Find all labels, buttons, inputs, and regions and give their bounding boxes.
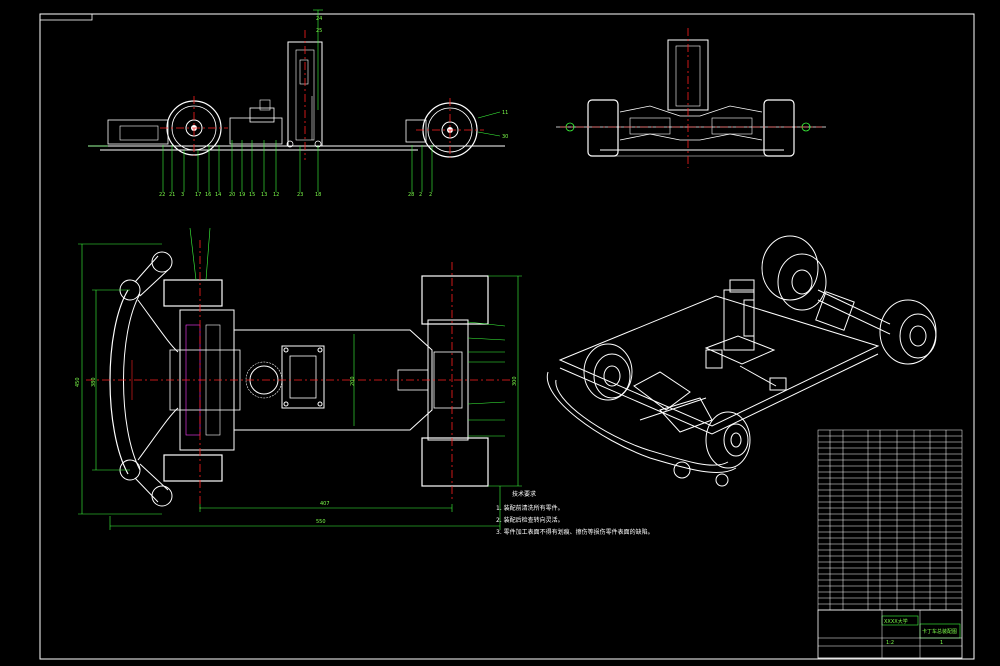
isometric-view xyxy=(546,235,937,487)
side-view xyxy=(556,28,826,168)
notes-item-3: 3. 零件加工表面不得有划痕、擦伤等损伤零件表面的缺陷。 xyxy=(496,528,654,536)
technical-notes: 技术要求 1. 装配前清洗所有零件。 2. 装配后检查转向灵活。 3. 零件加工… xyxy=(496,490,654,536)
drawing-number-box xyxy=(39,13,93,21)
svg-text:30: 30 xyxy=(502,134,508,140)
svg-text:2: 2 xyxy=(429,192,432,198)
svg-text:23: 23 xyxy=(297,192,303,198)
svg-text:14: 14 xyxy=(215,192,221,198)
title-drawing-name: 卡丁车总装配图 xyxy=(922,628,957,635)
svg-text:3: 3 xyxy=(181,192,184,198)
notes-item-2: 2. 装配后检查转向灵活。 xyxy=(496,516,564,524)
top-view: 450 380 200 300 407 550 xyxy=(75,227,522,530)
notes-item-1: 1. 装配前清洗所有零件。 xyxy=(496,504,564,512)
svg-text:13: 13 xyxy=(261,192,267,198)
svg-text:20: 20 xyxy=(229,192,235,198)
notes-title: 技术要求 xyxy=(512,490,536,498)
dimension-overall-length: 550 xyxy=(316,519,326,525)
svg-text:2: 2 xyxy=(419,192,422,198)
parts-list-table xyxy=(817,429,963,611)
svg-text:24: 24 xyxy=(316,16,322,22)
dimension-inner-height: 380 xyxy=(91,377,97,387)
title-sheet: 1 xyxy=(940,640,943,646)
front-view: 22 21 3 17 16 14 20 19 15 13 12 23 18 28 2 2 24 25 1… xyxy=(88,9,508,198)
dimension-overall-height: 450 xyxy=(75,377,81,387)
cad-drawing-sheet: 22 21 3 17 16 14 20 19 15 13 12 23 18 28 2 2 24 25 1… xyxy=(39,9,975,660)
svg-text:22: 22 xyxy=(159,192,165,198)
svg-text:16: 16 xyxy=(205,192,211,198)
svg-text:28: 28 xyxy=(408,192,414,198)
svg-text:18: 18 xyxy=(315,192,321,198)
svg-text:25: 25 xyxy=(316,28,322,34)
svg-text:21: 21 xyxy=(169,192,175,198)
svg-text:15: 15 xyxy=(249,192,255,198)
svg-text:17: 17 xyxy=(195,192,201,198)
title-company: XXXX大学 xyxy=(884,618,908,625)
title-scale: 1:2 xyxy=(886,640,894,646)
dimension-center-height: 200 xyxy=(350,376,356,386)
svg-text:12: 12 xyxy=(273,192,279,198)
dimension-wheelbase: 407 xyxy=(320,501,330,507)
svg-text:11: 11 xyxy=(502,110,508,116)
title-block: XXXX大学 卡丁车总装配图 1:2 1 xyxy=(817,609,963,659)
svg-text:19: 19 xyxy=(239,192,245,198)
dimension-wheel-track: 300 xyxy=(512,376,518,386)
